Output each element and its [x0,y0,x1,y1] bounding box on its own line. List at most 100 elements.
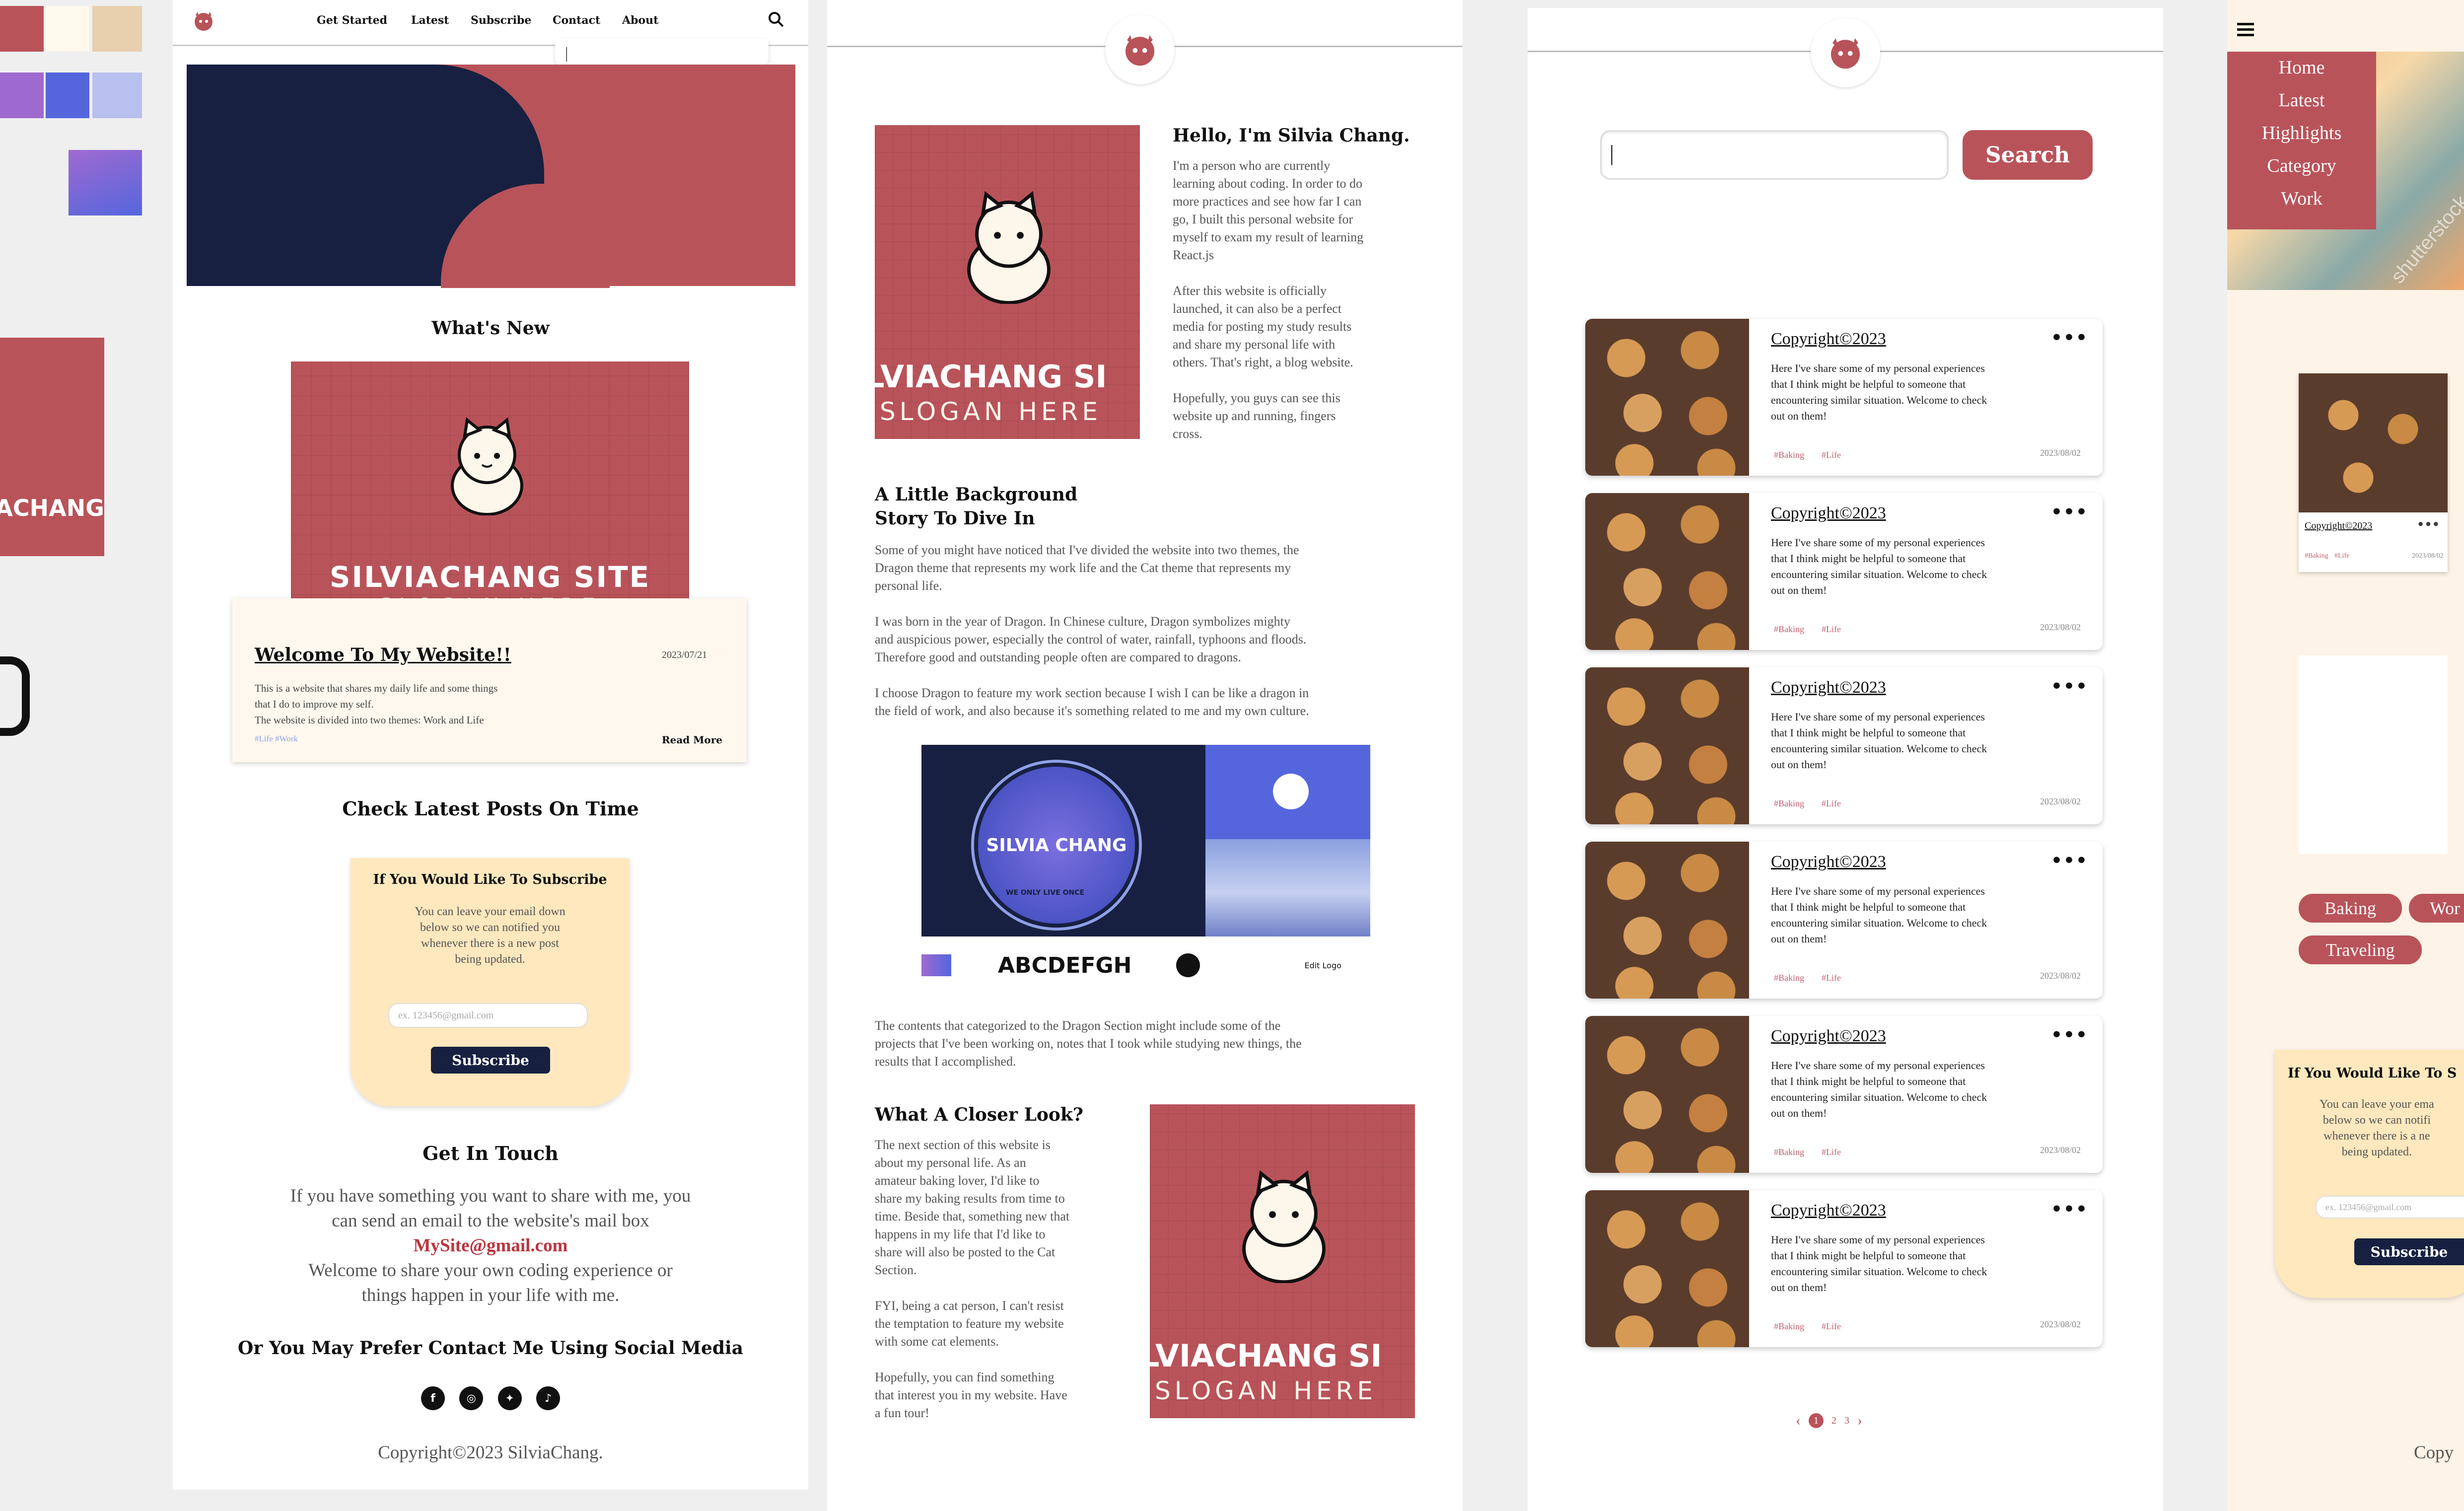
prev-page-icon[interactable]: ‹ [1796,1412,1801,1429]
menu-highlights[interactable]: Highlights [2227,122,2376,144]
post-card[interactable]: Copyright©2023 ••• Here I've share some of… [1585,493,2103,650]
nav-get-started[interactable]: Get Started [317,14,387,27]
card-tag[interactable]: #Baking [1774,798,1804,809]
card-title[interactable]: Copyright©2023 [1771,504,1886,523]
brand-board-strip: ABCDEFGH Edit Logo [921,941,1370,989]
post-tags[interactable]: #Life #Work [255,734,298,744]
dragon-line: The contents that categorized to the Dra… [875,1018,1281,1033]
search-button[interactable]: Search [1963,130,2093,180]
search-icon[interactable] [768,11,784,28]
about-logo[interactable] [1105,15,1175,84]
intro-line: launched, it can also be a perfect [1173,301,1341,316]
card-title[interactable]: Copyright©2023 [1771,678,1886,697]
chip-work[interactable]: Wor [2409,894,2464,923]
card-title[interactable]: Copyright©2023 [1771,1027,1886,1046]
site-logo[interactable] [191,8,216,34]
closer-look-heading: What A Closer Look? [875,1104,1083,1125]
card-tag[interactable]: #Life [1822,1321,1841,1332]
subscribe-button[interactable]: Subscribe [431,1047,550,1074]
touch-line: can send an email to the website's mail … [332,1211,649,1231]
email-field[interactable]: ex. 123456@gmail.com [388,1003,588,1028]
intro-line: learning about coding. In order to do [1173,176,1362,191]
card-title[interactable]: Copyright©2023 [1771,853,1886,871]
intro-line: and share my personal life with [1173,337,1336,352]
chip-baking[interactable]: Baking [2299,894,2402,923]
closer-look-image: LVIACHANG SI SLOGAN HERE [1150,1104,1415,1418]
next-page-icon[interactable]: › [1857,1412,1862,1429]
post-title[interactable]: Welcome To My Website!! [255,645,511,665]
card-excerpt: Here I've share some of my personal expe… [1771,535,1987,598]
card-tag[interactable]: #Life [1822,1147,1841,1157]
menu-work[interactable]: Work [2227,188,2376,210]
about-intro-image: LVIACHANG SI SLOGAN HERE [875,125,1140,439]
about-page: LVIACHANG SI SLOGAN HERE Hello, I'm Silv… [827,0,1463,1511]
post-card[interactable]: Copyright©2023 ••• Here I've share some of… [1585,842,2103,999]
card-tag[interactable]: #Baking [1774,973,1804,983]
mini-card-tag[interactable]: #Baking [2305,552,2328,560]
nav-latest[interactable]: Latest [411,14,449,27]
card-tag[interactable]: #Life [1822,624,1841,635]
tiktok-icon[interactable]: ♪ [536,1386,560,1410]
excerpt-line: This is a website that shares my daily l… [255,682,498,694]
intro-line: I'm a person who are currently [1173,158,1331,173]
card-date: 2023/08/02 [2040,1145,2081,1155]
bg-line: and auspicious power, especially the con… [875,632,1307,647]
more-dots-icon[interactable]: ••• [2051,502,2088,522]
search-input[interactable]: | [1600,130,1949,180]
card-title[interactable]: Copyright©2023 [1771,330,1886,349]
featured-banner[interactable]: SILVIACHANG SITE SLOGAN HERE [291,361,689,635]
post-card[interactable]: Copyright©2023 ••• Here I've share some of… [1585,667,2103,824]
instagram-icon[interactable]: ◎ [459,1386,484,1410]
intro-line: myself to exam my result of learning [1173,230,1364,244]
brand-board-mountain [1205,839,1370,936]
card-date: 2023/08/02 [2040,448,2081,458]
page-1[interactable]: 1 [1809,1413,1824,1428]
twitter-icon[interactable]: ✦ [497,1386,522,1410]
card-tag[interactable]: #Life [1822,450,1841,460]
card-tag[interactable]: #Baking [1774,450,1804,460]
post-card[interactable]: Copyright©2023 ••• Here I've share some of… [1585,1190,2103,1347]
mini-post-card[interactable]: Copyright©2023 ••• #Baking #Life 2023/08… [2299,373,2448,572]
intro-line: cross. [1173,427,1202,441]
more-dots-icon[interactable]: ••• [2051,1199,2088,1220]
post-card[interactable]: Copyright©2023 ••• Here I've share some of… [1585,1016,2103,1173]
facebook-icon[interactable]: f [421,1386,445,1410]
more-dots-icon[interactable]: ••• [2417,517,2440,531]
more-dots-icon[interactable]: ••• [2051,851,2088,871]
about-intro-text: I'm a person who are currently learning a… [1173,157,1421,443]
email-link[interactable]: MySite@gmail.com [173,1233,808,1258]
mobile-page: shutterstock Home Latest Highlights Cate… [2227,0,2464,1511]
hamburger-icon[interactable] [2237,22,2254,37]
card-tag[interactable]: #Life [1822,798,1841,809]
read-more-link[interactable]: Read More [662,734,722,746]
dragon-section-text: The contents that categorized to the Dra… [875,1017,1421,1071]
chip-traveling[interactable]: Traveling [2299,935,2422,964]
home-page: Get Started Latest Subscribe Contact Abo… [173,0,808,1490]
search-logo[interactable] [1811,18,1880,87]
more-dots-icon[interactable]: ••• [2051,328,2088,348]
menu-latest[interactable]: Latest [2227,89,2376,111]
palette-swatch-purple [0,72,44,118]
nav-contact[interactable]: Contact [553,14,600,27]
menu-category[interactable]: Category [2227,155,2376,177]
banner-site-name: SILVIACHANG SITE [329,560,651,594]
card-tag[interactable]: #Baking [1774,1147,1804,1157]
card-tag[interactable]: #Baking [1774,1321,1804,1332]
mobile-subscribe-button[interactable]: Subscribe [2354,1238,2464,1265]
bg-line: the field of work, and also because it's… [875,704,1309,718]
post-card[interactable]: Copyright©2023 ••• Here I've share some of… [1585,319,2103,476]
dragon-mark-small-icon [1176,953,1200,977]
card-tag[interactable]: #Baking [1774,624,1804,635]
page-2[interactable]: 2 [1831,1415,1836,1427]
mini-card-tag[interactable]: #Life [2334,552,2349,560]
mobile-email-field[interactable]: ex. 123456@gmail.com [2316,1196,2464,1219]
nav-subscribe[interactable]: Subscribe [471,14,531,27]
card-tag[interactable]: #Life [1822,973,1841,983]
more-dots-icon[interactable]: ••• [2051,1025,2088,1045]
nav-about[interactable]: About [622,14,658,27]
menu-home[interactable]: Home [2227,57,2376,78]
more-dots-icon[interactable]: ••• [2051,676,2088,697]
edit-logo-label[interactable]: Edit Logo [1304,961,1341,970]
card-title[interactable]: Copyright©2023 [1771,1201,1886,1220]
page-3[interactable]: 3 [1844,1415,1849,1427]
